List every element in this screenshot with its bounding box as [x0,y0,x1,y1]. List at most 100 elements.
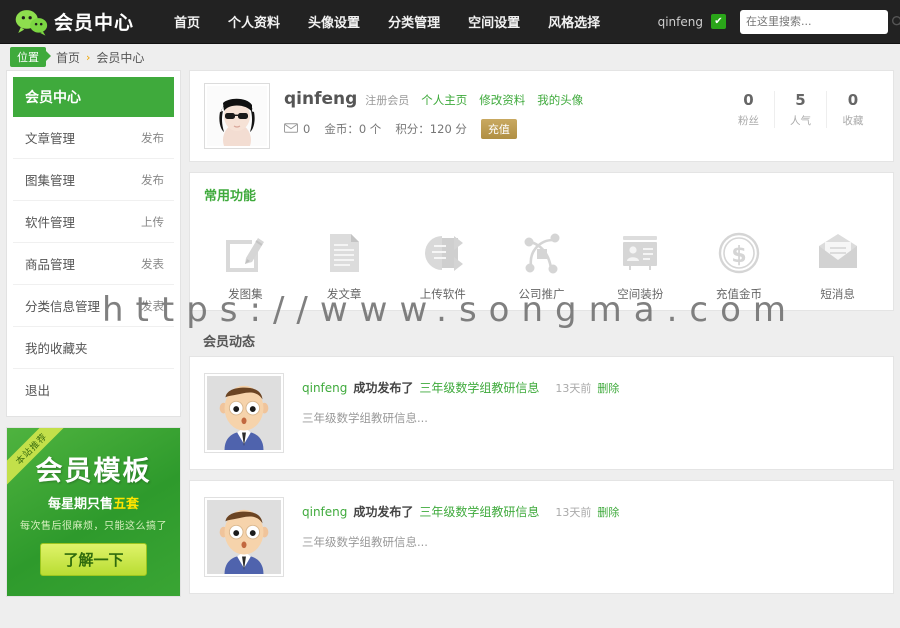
sidebar-item-product[interactable]: 商品管理 发表 [13,243,174,285]
profile-message-number: 0 [303,122,311,136]
feed-user[interactable]: qinfeng [302,505,347,519]
feed-title: 会员动态 [203,335,256,350]
function-publish-gallery[interactable]: 发图集 [196,230,295,302]
nav-right: qinfeng ✔ [658,9,900,34]
stat-followers[interactable]: 0 粉丝 [723,91,775,128]
sidebar-item-article[interactable]: 文章管理 发布 [13,117,174,159]
sidebar-item-action[interactable]: 发表 [141,298,164,314]
feed-delete-button[interactable]: 删除 [597,504,619,520]
breadcrumb: 位置 首页 › 会员中心 [0,44,900,70]
stat-favorites[interactable]: 0 收藏 [827,91,879,128]
sidebar-item-gallery[interactable]: 图集管理 发布 [13,159,174,201]
feed-avatar[interactable] [204,497,284,577]
feed-object-link[interactable]: 三年级数学组教研信息 [419,503,539,520]
function-space-decoration[interactable]: 空间装扮 [591,230,690,302]
cartoon-face-avatar [207,500,281,574]
stat-label: 粉丝 [738,115,759,127]
brand[interactable]: 会员中心 [14,8,134,36]
feed-user[interactable]: qinfeng [302,381,347,395]
nav-item-space[interactable]: 空间设置 [454,6,534,37]
profile-panel: qinfeng 注册会员 个人主页 修改资料 我的头像 0 金币：0 个 积分：… [189,70,894,162]
wechat-logo-icon [14,8,48,36]
profile-coins: 金币：0 个 [324,122,382,136]
sidebar-item-action[interactable]: 发布 [141,130,164,146]
promo-subtitle-prefix: 每星期只售 [47,496,113,512]
search-box[interactable] [740,9,900,34]
promo-subtitle: 每星期只售五套 [48,493,139,512]
nav-item-style[interactable]: 风格选择 [534,6,614,37]
promo-subtitle-highlight: 五套 [113,496,140,512]
promo-banner[interactable]: 本站推荐 会员模板 每星期只售五套 每次售后很麻烦，只能这么搞了 了解一下 [6,427,181,597]
function-short-message[interactable]: 短消息 [788,230,887,302]
nav-username[interactable]: qinfeng [658,15,703,29]
feed-item: qinfeng 成功发布了 三年级数学组教研信息 13天前 删除 三年级数学组教… [190,481,893,593]
feed-body: qinfeng 成功发布了 三年级数学组教研信息 13天前 删除 三年级数学组教… [284,497,879,577]
common-functions-panel: 常用功能 发图集 发文章 上传软件 公司推广 空间装扮 $ 充值金币 短消息 [189,172,894,311]
sidebar-item-label: 我的收藏夹 [25,341,88,356]
feed-description: 三年级数学组教研信息... [302,411,428,425]
promo-small-text: 每次售后很麻烦，只能这么搞了 [20,520,167,532]
upload-box-icon [420,230,466,276]
stat-value: 0 [847,91,859,109]
search-icon[interactable] [891,15,900,29]
sidebar-menu-card: 会员中心 文章管理 发布 图集管理 发布 软件管理 上传 商品管理 发表 分类信… [6,70,181,417]
feed-time: 13天前 [555,506,592,519]
sidebar-item-action[interactable]: 上传 [141,214,164,230]
feed-avatar[interactable] [204,373,284,453]
sidebar-item-label: 文章管理 [25,131,76,146]
recharge-button[interactable]: 充值 [480,119,517,139]
user-avatar-photo [207,86,267,146]
feed-action: 成功发布了 [353,505,414,519]
sidebar-item-software[interactable]: 软件管理 上传 [13,201,174,243]
profile-info: qinfeng 注册会员 个人主页 修改资料 我的头像 0 金币：0 个 积分：… [270,83,723,139]
promo-button[interactable]: 了解一下 [40,542,147,576]
sidebar-item-action[interactable]: 发表 [141,256,164,272]
sidebar-item-classified[interactable]: 分类信息管理 发表 [13,285,174,327]
function-upload-software[interactable]: 上传软件 [393,230,492,302]
profile-card: qinfeng 注册会员 个人主页 修改资料 我的头像 0 金币：0 个 积分：… [190,71,893,161]
sidebar-item-label: 商品管理 [25,257,76,272]
search-input[interactable] [746,15,891,28]
nav-item-category[interactable]: 分类管理 [374,6,454,37]
sidebar-item-favorites[interactable]: 我的收藏夹 [13,327,174,369]
profile-points: 积分：120 分 [395,122,467,136]
profile-message-count[interactable]: 0 [284,122,310,136]
check-badge-icon: ✔ [711,14,726,29]
avatar[interactable] [204,83,270,149]
envelope-open-icon [815,230,861,276]
feed-item-panel: qinfeng 成功发布了 三年级数学组教研信息 13天前 删除 三年级数学组教… [189,356,894,470]
feed-body: qinfeng 成功发布了 三年级数学组教研信息 13天前 删除 三年级数学组教… [284,373,879,453]
stat-value: 0 [743,91,754,109]
dollar-coin-icon: $ [716,230,762,276]
feed-time: 13天前 [555,382,592,395]
page-root: 会员中心 首页 个人资料 头像设置 分类管理 空间设置 风格选择 qinfeng… [0,0,900,628]
feed-object-link[interactable]: 三年级数学组教研信息 [419,379,539,396]
sidebar-item-label: 分类信息管理 [25,299,101,314]
profile-link-edit[interactable]: 修改资料 [479,92,525,108]
breadcrumb-home[interactable]: 首页 [56,49,80,66]
feed-delete-button[interactable]: 删除 [597,380,619,396]
breadcrumb-current: 会员中心 [96,50,145,65]
nav-item-avatar[interactable]: 头像设置 [294,6,374,37]
function-company-promotion[interactable]: 公司推广 [492,230,591,302]
sidebar-item-logout[interactable]: 退出 [13,369,174,410]
profile-link-avatar[interactable]: 我的头像 [537,92,583,108]
feed-item: qinfeng 成功发布了 三年级数学组教研信息 13天前 删除 三年级数学组教… [190,357,893,469]
feed-header: 会员动态 [189,321,894,356]
function-label: 空间装扮 [617,287,664,301]
node-graph-icon [519,230,565,276]
sidebar-item-label: 软件管理 [25,215,76,230]
function-publish-article[interactable]: 发文章 [295,230,394,302]
stat-popularity[interactable]: 5 人气 [775,91,827,128]
feed-description: 三年级数学组教研信息... [302,535,428,549]
breadcrumb-badge: 位置 [10,47,51,67]
nav-item-home[interactable]: 首页 [160,6,214,37]
function-recharge-coins[interactable]: $ 充值金币 [690,230,789,302]
profile-link-homepage[interactable]: 个人主页 [421,92,467,108]
sidebar-header[interactable]: 会员中心 [13,77,174,117]
nav-item-profile[interactable]: 个人资料 [214,6,294,37]
sidebar-item-action[interactable]: 发布 [141,172,164,188]
profile-group: 注册会员 [365,94,410,107]
feed-line: qinfeng 成功发布了 三年级数学组教研信息 13天前 删除 [302,503,879,520]
pencil-square-icon [222,230,268,276]
